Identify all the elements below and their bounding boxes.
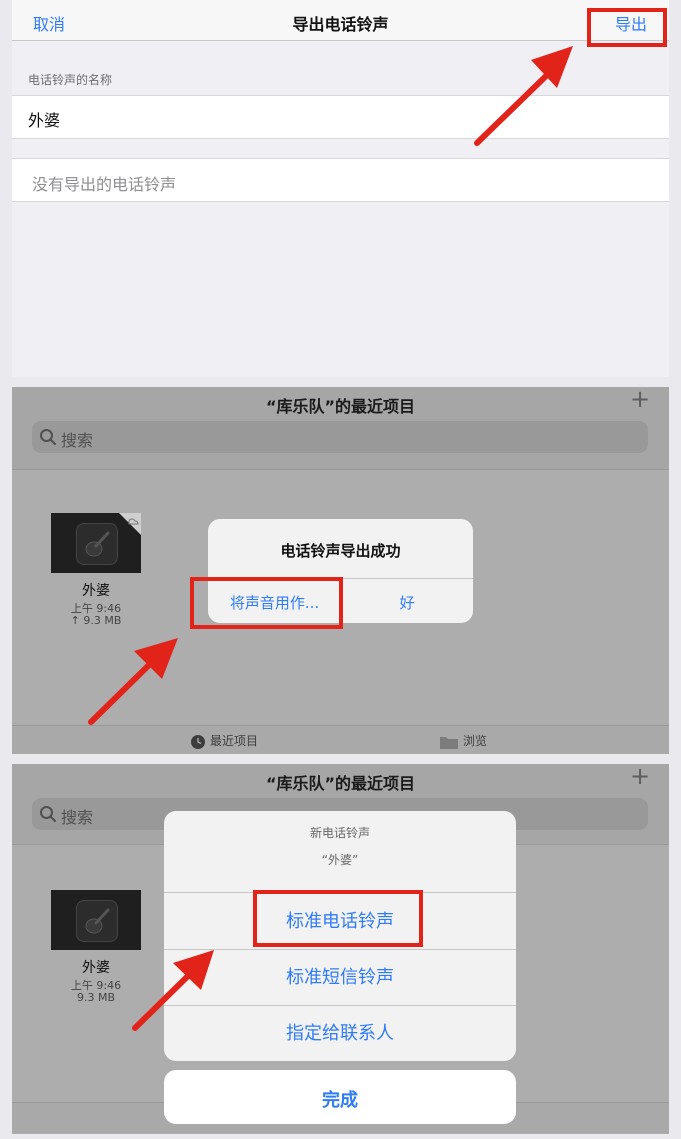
arrow-to-export-button bbox=[474, 46, 573, 146]
annotation-arrows bbox=[88, 46, 573, 1031]
arrow-to-standard-ringtone bbox=[132, 950, 214, 1031]
arrow-to-use-sound-button bbox=[88, 638, 178, 725]
